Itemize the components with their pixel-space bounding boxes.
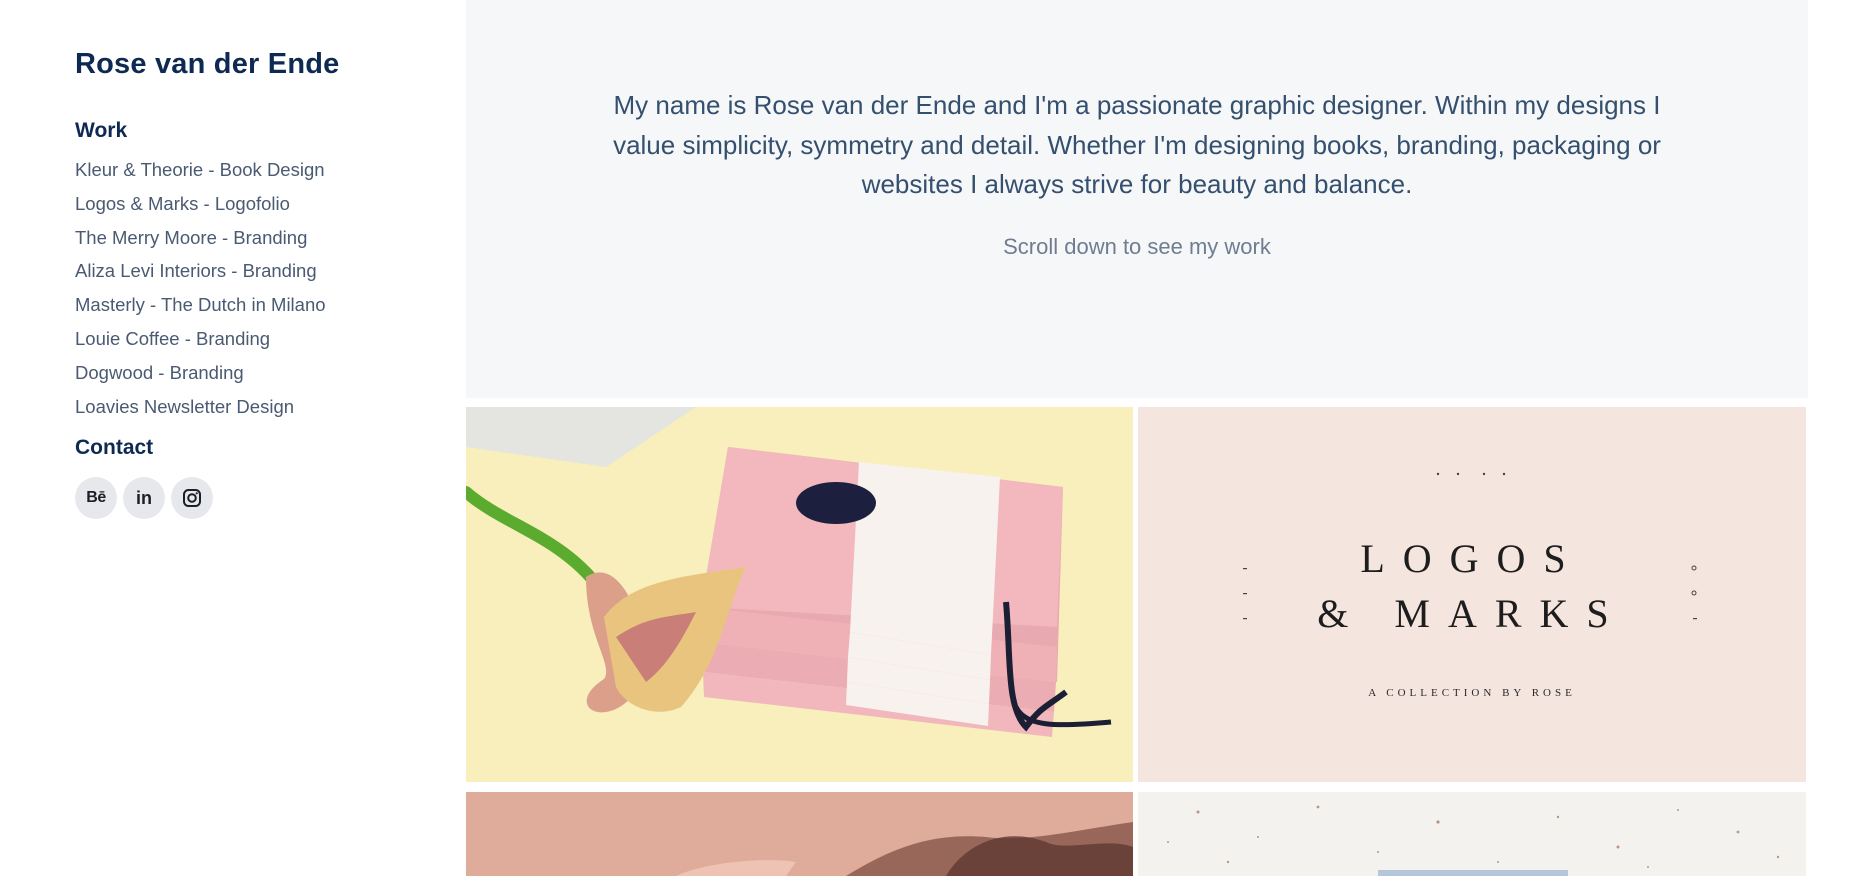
- intro-text: My name is Rose van der Ende and I'm a p…: [613, 90, 1661, 199]
- work-heading: Work: [75, 119, 128, 142]
- behance-button[interactable]: Bē: [75, 477, 117, 519]
- main-content: My name is Rose van der Ende and I'm a p…: [466, 0, 1808, 876]
- work-item-dogwood[interactable]: Dogwood - Branding: [75, 361, 326, 395]
- kleur-theorie-image: [466, 407, 1112, 737]
- project-tile-kleur-theorie[interactable]: [466, 407, 1133, 782]
- work-item-aliza-levi[interactable]: Aliza Levi Interiors - Branding: [75, 259, 326, 293]
- work-item-merry-moore[interactable]: The Merry Moore - Branding: [75, 226, 326, 260]
- intro-section: My name is Rose van der Ende and I'm a p…: [466, 0, 1808, 398]
- logos-subtitle: A COLLECTION BY ROSE: [1368, 687, 1576, 699]
- aliza-levi-image: [1138, 792, 1806, 876]
- work-nav: Kleur & Theorie - Book Design Logos & Ma…: [75, 158, 326, 428]
- scroll-hint: Scroll down to see my work: [1003, 234, 1271, 259]
- logos-title-line2: & MARKS: [1317, 591, 1627, 636]
- work-item-kleur-theorie[interactable]: Kleur & Theorie - Book Design: [75, 158, 326, 192]
- linkedin-button[interactable]: in: [123, 477, 165, 519]
- work-item-loavies[interactable]: Loavies Newsletter Design: [75, 395, 326, 429]
- work-item-logos-marks[interactable]: Logos & Marks - Logofolio: [75, 192, 326, 226]
- work-item-masterly[interactable]: Masterly - The Dutch in Milano: [75, 293, 326, 327]
- merry-moore-image: [466, 792, 1133, 876]
- instagram-button[interactable]: [171, 477, 213, 519]
- project-tile-logos-marks[interactable]: LOGOS & MARKS A COLLECTION BY ROSE: [1138, 407, 1806, 782]
- social-links: Bē in: [75, 477, 213, 519]
- work-item-louie-coffee[interactable]: Louie Coffee - Branding: [75, 327, 326, 361]
- logos-title-line1: LOGOS: [1360, 536, 1584, 581]
- sidebar: Rose van der Ende Work Kleur & Theorie -…: [0, 0, 466, 876]
- linkedin-icon: in: [136, 487, 152, 508]
- contact-heading: Contact: [75, 436, 154, 459]
- project-tile-merry-moore[interactable]: [466, 792, 1133, 876]
- page: Rose van der Ende Work Kleur & Theorie -…: [0, 0, 1867, 876]
- instagram-icon: [183, 489, 201, 507]
- behance-icon: Bē: [86, 489, 106, 506]
- project-tile-aliza-levi[interactable]: [1138, 792, 1806, 876]
- site-title[interactable]: Rose van der Ende: [75, 48, 340, 81]
